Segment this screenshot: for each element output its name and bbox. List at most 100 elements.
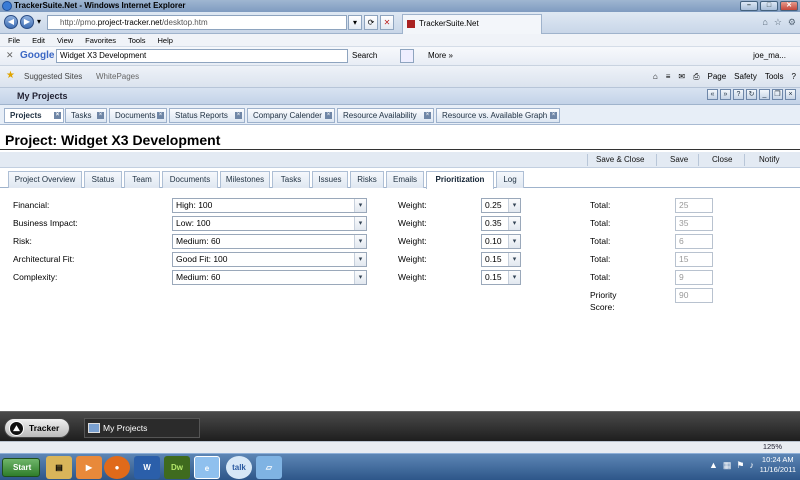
google-talk-icon[interactable]: talk: [226, 456, 252, 479]
close-window-button[interactable]: ✕: [780, 1, 798, 11]
help-icon[interactable]: ?: [792, 70, 796, 84]
maximize-button[interactable]: □: [760, 1, 778, 11]
refresh-icon[interactable]: ⟳: [364, 15, 378, 30]
google-search-input[interactable]: Widget X3 Development: [56, 49, 348, 63]
compat-view-icon[interactable]: ▾: [348, 15, 362, 30]
stop-icon[interactable]: ✕: [380, 15, 394, 30]
save-close-button[interactable]: Save & Close: [596, 152, 644, 168]
menu-help[interactable]: Help: [158, 34, 173, 46]
home-icon[interactable]: ⌂: [762, 14, 767, 30]
tab-risks[interactable]: Risks: [350, 171, 384, 188]
tab-documents[interactable]: Documents: [162, 171, 218, 188]
architectural-fit-select[interactable]: Good Fit: 100 ▾: [172, 252, 367, 267]
close-icon[interactable]: ×: [785, 89, 796, 100]
notify-button[interactable]: Notify: [759, 152, 779, 168]
zoom-level[interactable]: 125%: [763, 441, 782, 453]
suggested-sites-link[interactable]: Suggested Sites: [24, 70, 82, 84]
tray-arrow-icon[interactable]: ▲: [709, 455, 718, 475]
tab-status[interactable]: Status: [84, 171, 122, 188]
close-tab-icon[interactable]: ×: [550, 112, 557, 119]
favorites-star-icon[interactable]: ☆: [774, 14, 782, 30]
word-icon[interactable]: W: [134, 456, 160, 479]
close-button[interactable]: Close: [712, 152, 732, 168]
home-command-icon[interactable]: ⌂: [653, 70, 658, 84]
back-button[interactable]: ◀: [4, 15, 18, 29]
close-tab-icon[interactable]: ×: [54, 112, 61, 119]
first-icon[interactable]: «: [707, 89, 718, 100]
minimize-button[interactable]: –: [740, 1, 758, 11]
tab-log[interactable]: Log: [496, 171, 524, 188]
my-projects-dock-button[interactable]: My Projects: [84, 418, 200, 438]
address-input[interactable]: http://pmo.project-tracker.net/desktop.h…: [47, 15, 347, 30]
dropdown-arrow-icon[interactable]: ▾: [34, 15, 44, 30]
tab-prioritization[interactable]: Prioritization: [426, 171, 494, 189]
media-player-icon[interactable]: ▶: [76, 456, 102, 479]
forward-button[interactable]: ▶: [20, 15, 34, 29]
tab-emails[interactable]: Emails: [386, 171, 424, 188]
start-button[interactable]: Start: [2, 458, 40, 477]
close-tab-icon[interactable]: ×: [325, 112, 332, 119]
refresh-icon[interactable]: ↻: [746, 89, 757, 100]
tab-resource-graph[interactable]: Resource vs. Available Graph ×: [436, 108, 560, 123]
tab-tasks[interactable]: Tasks: [272, 171, 310, 188]
minimize-icon[interactable]: _: [759, 89, 770, 100]
tab-issues[interactable]: Issues: [312, 171, 348, 188]
explorer-icon[interactable]: ▤: [46, 456, 72, 479]
google-more-button[interactable]: More »: [428, 49, 453, 63]
browser-tab[interactable]: TrackerSuite.Net: [402, 14, 542, 34]
risk-weight-select[interactable]: 0.10 ▾: [481, 234, 521, 249]
close-tab-icon[interactable]: ×: [157, 112, 164, 119]
risk-select[interactable]: Medium: 60 ▾: [172, 234, 367, 249]
tab-project-overview[interactable]: Project Overview: [8, 171, 82, 188]
tray-security-icon[interactable]: ⚑: [736, 455, 744, 475]
close-tab-icon[interactable]: ×: [424, 112, 431, 119]
menu-favorites[interactable]: Favorites: [85, 34, 116, 46]
tab-status-reports[interactable]: Status Reports ×: [169, 108, 245, 123]
tools-menu[interactable]: Tools: [765, 70, 784, 84]
safety-menu[interactable]: Safety: [734, 70, 757, 84]
tray-volume-icon[interactable]: ♪: [750, 455, 755, 475]
favorites-star-icon[interactable]: ★: [6, 70, 15, 81]
toolbar-tools-icon[interactable]: [400, 49, 414, 63]
tab-milestones[interactable]: Milestones: [220, 171, 270, 188]
tab-tasks[interactable]: Tasks ×: [65, 108, 107, 123]
menu-file[interactable]: File: [8, 34, 20, 46]
menu-view[interactable]: View: [57, 34, 73, 46]
tracker-button[interactable]: ⛰ Tracker: [4, 418, 70, 438]
menu-tools[interactable]: Tools: [128, 34, 146, 46]
tab-company-calender[interactable]: Company Calender ×: [247, 108, 335, 123]
firefox-icon[interactable]: ●: [104, 456, 130, 479]
google-search-button[interactable]: Search: [352, 49, 377, 63]
mail-icon[interactable]: ✉: [678, 70, 685, 84]
save-button[interactable]: Save: [670, 152, 688, 168]
feeds-icon[interactable]: ≡: [666, 70, 671, 84]
tab-documents[interactable]: Documents ×: [109, 108, 167, 123]
tray-network-icon[interactable]: ▦: [723, 455, 732, 475]
complexity-weight-select[interactable]: 0.15 ▾: [481, 270, 521, 285]
tab-team[interactable]: Team: [124, 171, 160, 188]
tab-projects[interactable]: Projects ×: [4, 108, 64, 123]
tab-resource-availability[interactable]: Resource Availability ×: [337, 108, 434, 123]
complexity-select[interactable]: Medium: 60 ▾: [172, 270, 367, 285]
google-user-menu[interactable]: joe_ma...: [753, 49, 786, 63]
restore-icon[interactable]: ❐: [772, 89, 783, 100]
whitepages-link[interactable]: WhitePages: [96, 70, 139, 84]
business-impact-weight-select[interactable]: 0.35 ▾: [481, 216, 521, 231]
print-icon[interactable]: ⎙: [693, 70, 699, 84]
financial-select[interactable]: High: 100 ▾: [172, 198, 367, 213]
taskbar-clock[interactable]: 10:24 AM 11/16/2011: [760, 455, 796, 475]
business-impact-select[interactable]: Low: 100 ▾: [172, 216, 367, 231]
internet-explorer-icon[interactable]: e: [194, 456, 220, 479]
menu-edit[interactable]: Edit: [32, 34, 45, 46]
last-icon[interactable]: »: [720, 89, 731, 100]
help-icon[interactable]: ?: [733, 89, 744, 100]
settings-gear-icon[interactable]: ⚙: [788, 14, 796, 30]
dreamweaver-icon[interactable]: Dw: [164, 456, 190, 479]
close-toolbar-icon[interactable]: ✕: [6, 50, 14, 61]
close-tab-icon[interactable]: ×: [97, 112, 104, 119]
app-icon[interactable]: ▱: [256, 456, 282, 479]
financial-weight-select[interactable]: 0.25 ▾: [481, 198, 521, 213]
architectural-fit-weight-select[interactable]: 0.15 ▾: [481, 252, 521, 267]
close-tab-icon[interactable]: ×: [235, 112, 242, 119]
page-menu[interactable]: Page: [707, 70, 726, 84]
